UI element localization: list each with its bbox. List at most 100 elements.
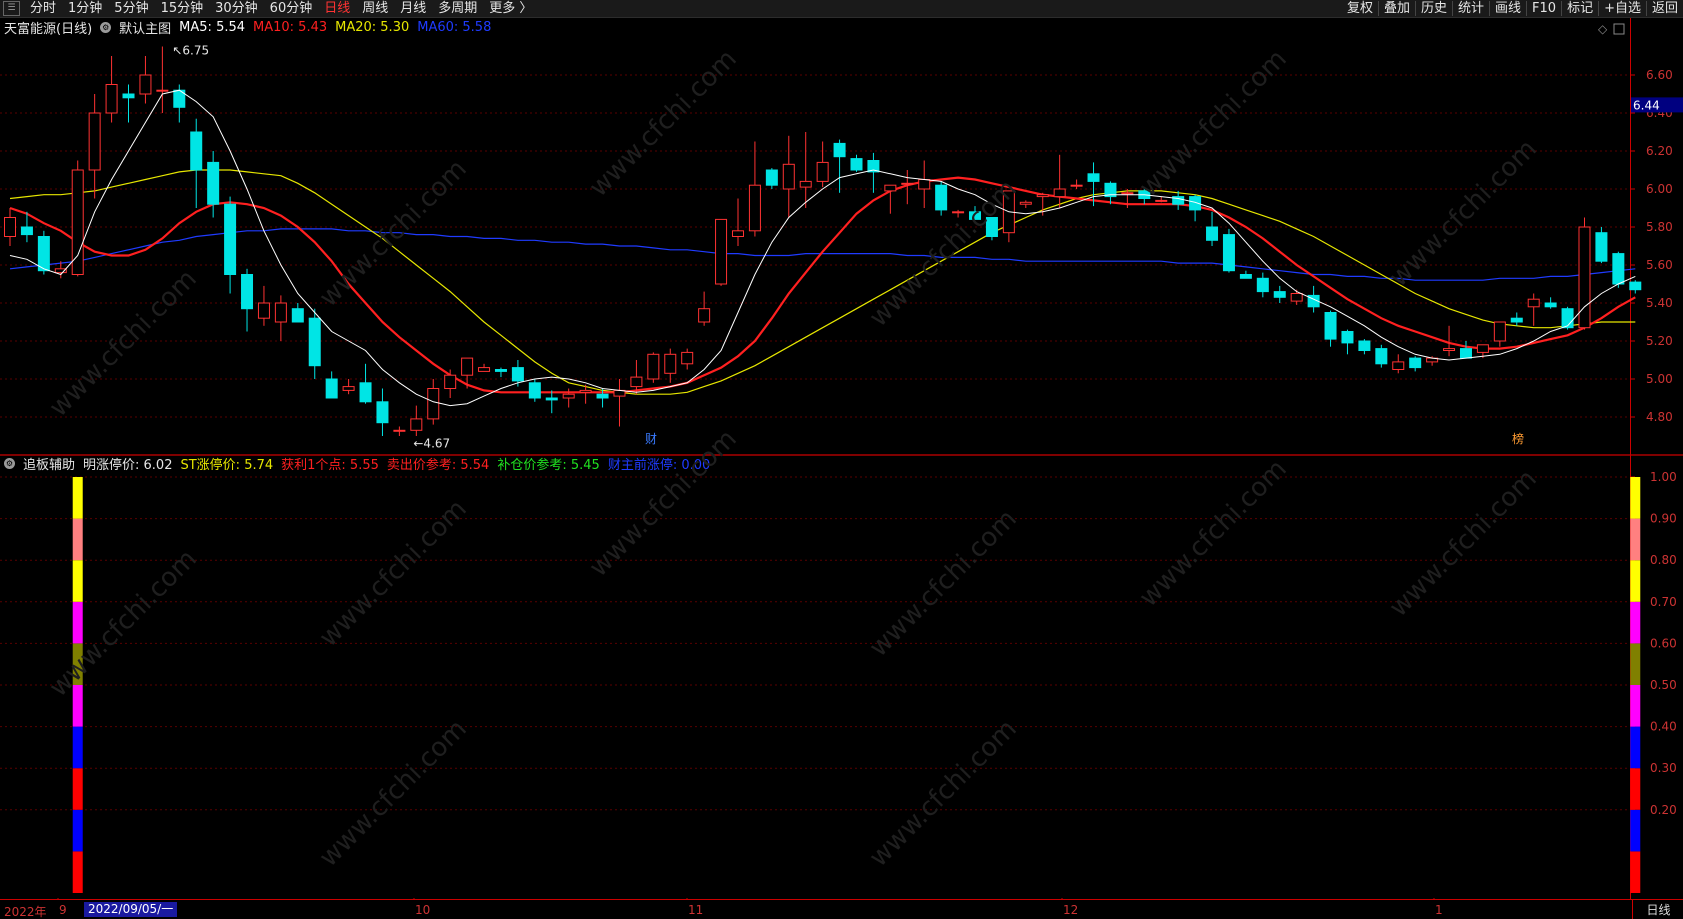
candle-body[interactable] xyxy=(105,84,118,114)
tool-button-5[interactable]: F10 xyxy=(1527,0,1561,17)
candle-body[interactable] xyxy=(1409,357,1422,369)
candle-body[interactable] xyxy=(207,161,220,205)
candle-body[interactable] xyxy=(37,236,50,272)
candle-body[interactable] xyxy=(1443,348,1456,352)
candle-body[interactable] xyxy=(1392,361,1405,370)
tab-8[interactable]: 月线 xyxy=(394,0,432,17)
tool-button-3[interactable]: 统计 xyxy=(1453,0,1489,17)
candle-body[interactable] xyxy=(1019,201,1032,205)
candle-body[interactable] xyxy=(1273,291,1286,298)
candle-body[interactable] xyxy=(850,158,863,171)
window-icon[interactable] xyxy=(1613,23,1625,35)
candle-body[interactable] xyxy=(1629,281,1642,291)
candle-body[interactable] xyxy=(647,353,660,380)
candle-body[interactable] xyxy=(664,353,677,374)
candle-body[interactable] xyxy=(918,179,931,190)
candle-body[interactable] xyxy=(630,376,643,388)
candle-body[interactable] xyxy=(1544,302,1557,308)
candle-body[interactable] xyxy=(1561,308,1574,329)
candle-body[interactable] xyxy=(884,184,897,192)
candle-body[interactable] xyxy=(511,367,524,382)
candle-body[interactable] xyxy=(1612,253,1625,285)
candle-body[interactable] xyxy=(782,163,795,190)
candle-body[interactable] xyxy=(1595,232,1608,262)
tab-4[interactable]: 30分钟 xyxy=(209,0,264,17)
candle-body[interactable] xyxy=(545,397,558,401)
candle-body[interactable] xyxy=(156,89,169,92)
tool-button-6[interactable]: 标记 xyxy=(1562,0,1598,17)
tool-button-8[interactable]: 返回 xyxy=(1647,0,1683,17)
candle-body[interactable] xyxy=(799,180,812,188)
candle-body[interactable] xyxy=(715,218,728,285)
candle-body[interactable] xyxy=(1206,226,1219,241)
candle-body[interactable] xyxy=(1527,298,1540,308)
candle-body[interactable] xyxy=(257,302,270,319)
candle-body[interactable] xyxy=(1121,192,1134,195)
tool-button-7[interactable]: +自选 xyxy=(1599,0,1646,17)
tab-6[interactable]: 日线 xyxy=(318,0,356,17)
candle-body[interactable] xyxy=(1222,234,1235,272)
candle-body[interactable] xyxy=(1476,344,1489,353)
candle-body[interactable] xyxy=(494,369,507,372)
candle-body[interactable] xyxy=(1087,173,1100,182)
candle-body[interactable] xyxy=(139,74,152,95)
tab-10[interactable]: 更多 〉 xyxy=(483,0,538,17)
tab-1[interactable]: 1分钟 xyxy=(62,0,108,17)
candle-body[interactable] xyxy=(1256,277,1269,293)
tool-button-4[interactable]: 画线 xyxy=(1490,0,1526,17)
candle-body[interactable] xyxy=(478,367,491,372)
chart-canvas[interactable]: 6.606.406.206.005.805.605.405.205.004.80… xyxy=(0,18,1683,899)
candle-body[interactable] xyxy=(1036,194,1049,198)
candle-body[interactable] xyxy=(224,203,237,275)
tab-5[interactable]: 60分钟 xyxy=(264,0,319,17)
candle-body[interactable] xyxy=(291,308,304,323)
candle-body[interactable] xyxy=(1358,340,1371,351)
candle-body[interactable] xyxy=(461,357,474,376)
tab-7[interactable]: 周线 xyxy=(356,0,394,17)
candle-body[interactable] xyxy=(816,161,829,182)
candle-body[interactable] xyxy=(444,374,457,390)
tab-2[interactable]: 5分钟 xyxy=(108,0,154,17)
candle-body[interactable] xyxy=(1493,321,1506,342)
candle-body[interactable] xyxy=(1324,312,1337,340)
candle-body[interactable] xyxy=(88,112,101,171)
tab-0[interactable]: 分时 xyxy=(24,0,62,17)
candle-body[interactable] xyxy=(359,382,372,403)
candle-body[interactable] xyxy=(1053,188,1066,198)
candle-body[interactable] xyxy=(325,378,338,399)
diamond-icon[interactable]: ◇ xyxy=(1598,22,1608,36)
candle-body[interactable] xyxy=(596,393,609,399)
candle-body[interactable] xyxy=(1375,348,1388,365)
candle-body[interactable] xyxy=(4,217,16,237)
candle-body[interactable] xyxy=(427,388,440,420)
candle-body[interactable] xyxy=(71,169,84,275)
candle-body[interactable] xyxy=(393,429,406,432)
toggle-icon[interactable]: ☰ xyxy=(3,1,20,16)
tab-3[interactable]: 15分钟 xyxy=(155,0,210,17)
candle-body[interactable] xyxy=(20,226,33,236)
candle-body[interactable] xyxy=(308,317,321,367)
candle-body[interactable] xyxy=(528,382,541,399)
candle-body[interactable] xyxy=(410,418,423,431)
candle-body[interactable] xyxy=(122,93,135,99)
candle-body[interactable] xyxy=(376,401,389,424)
tool-button-2[interactable]: 历史 xyxy=(1416,0,1452,17)
candle-body[interactable] xyxy=(765,169,778,186)
candle-body[interactable] xyxy=(190,131,203,171)
tab-9[interactable]: 多周期 xyxy=(432,0,483,17)
candle-body[interactable] xyxy=(681,351,694,365)
candle-body[interactable] xyxy=(748,184,761,232)
candle-body[interactable] xyxy=(935,184,948,211)
rank-marker[interactable]: 榜 xyxy=(1512,431,1524,446)
period-label[interactable]: 日线 xyxy=(1632,900,1683,919)
candle-body[interactable] xyxy=(1510,317,1523,323)
candle-body[interactable] xyxy=(342,386,355,391)
candle-body[interactable] xyxy=(1155,199,1168,202)
candle-body[interactable] xyxy=(901,182,914,185)
candle-body[interactable] xyxy=(1459,348,1472,359)
candle-body[interactable] xyxy=(1578,226,1591,329)
candle-body[interactable] xyxy=(579,389,592,393)
candle-body[interactable] xyxy=(241,274,254,310)
candle-body[interactable] xyxy=(1239,274,1252,279)
candle-body[interactable] xyxy=(1290,293,1303,302)
